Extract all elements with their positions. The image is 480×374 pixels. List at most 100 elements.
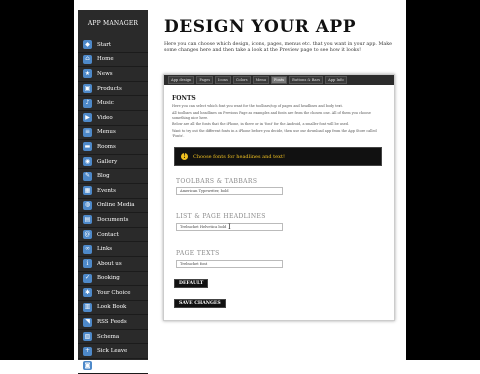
tab-colors[interactable]: Colors <box>232 76 251 84</box>
sidebar-item-booking[interactable]: ✓ Booking <box>78 272 148 287</box>
sidebar-item-contact[interactable]: @ Contact <box>78 228 148 243</box>
tab-pages[interactable]: Pages <box>196 76 214 84</box>
feeds-icon: ◙ <box>83 361 92 371</box>
sidebar-item-label: Online Media <box>97 202 135 209</box>
help-paragraph: Here you can select which font you want … <box>172 104 343 108</box>
help-paragraph: Below are all the fonts that the iPhone,… <box>172 122 349 127</box>
rss-icon: ◥ <box>83 317 92 327</box>
info-callout: ! Choose fonts for headlines and text! <box>174 147 382 166</box>
tab-icons[interactable]: Icons <box>215 76 231 84</box>
sidebar-item-label: About us <box>97 260 122 267</box>
sidebar-item-label: Start <box>97 41 112 48</box>
callout-text: Choose fonts for headlines and text! <box>193 153 285 160</box>
sidebar-item-look-book[interactable]: ▥ Look Book <box>78 301 148 316</box>
text-cursor-icon: I <box>228 223 231 231</box>
booking-icon: ✓ <box>83 273 92 283</box>
menu-icon: ≡ <box>83 127 92 137</box>
sidebar: APP MANAGER ◆ Start ⌂ Home ★ News ▣ Products ♪ Mu… <box>78 10 148 374</box>
page-description: Here you can choose which design, icons,… <box>164 42 392 53</box>
calendar-icon: ▦ <box>83 186 92 196</box>
sidebar-item-my-feeds[interactable]: ◙ My Feeds <box>78 359 148 374</box>
sidebar-item-label: Links <box>97 246 113 253</box>
tab-bar: App design Pages Icons Colors Menu Fonts Butto… <box>164 75 394 85</box>
toolbars-font-select[interactable]: American Typewriter, bold <box>176 187 283 195</box>
sidebar-item-start[interactable]: ◆ Start <box>78 38 148 53</box>
sidebar-item-label: Products <box>97 85 122 92</box>
sidebar-item-rss-feeds[interactable]: ◥ RSS Feeds <box>78 315 148 330</box>
sidebar-item-label: Booking <box>97 275 120 282</box>
sidebar-item-label: Home <box>97 56 114 63</box>
home-icon: ⌂ <box>83 54 92 64</box>
sidebar-item-blog[interactable]: ✎ Blog <box>78 169 148 184</box>
globe-icon: ◍ <box>83 200 92 210</box>
sidebar-item-label: Blog <box>97 173 110 180</box>
toolbars-label: TOOLBARS & TABBARS <box>176 178 258 185</box>
sidebar-item-products[interactable]: ▣ Products <box>78 82 148 97</box>
sidebar-item-home[interactable]: ⌂ Home <box>78 53 148 68</box>
star-icon: ★ <box>83 69 92 79</box>
schema-icon: ▧ <box>83 332 92 342</box>
warning-icon: ! <box>181 153 188 160</box>
at-icon: @ <box>83 230 92 240</box>
sidebar-item-news[interactable]: ★ News <box>78 67 148 82</box>
sidebar-item-documents[interactable]: ▤ Documents <box>78 213 148 228</box>
default-button[interactable]: DEFAULT <box>174 279 209 288</box>
sidebar-title: APP MANAGER <box>87 20 139 27</box>
sidebar-item-your-choice[interactable]: ✱ Your Choice <box>78 286 148 301</box>
sidebar-item-label: Video <box>97 114 113 121</box>
tab-fonts[interactable]: Fonts <box>271 76 288 84</box>
tab-buttons-bars[interactable]: Buttons & Bars <box>289 76 324 84</box>
page-texts-label: PAGE TEXTS <box>176 250 220 257</box>
start-icon: ◆ <box>83 40 92 50</box>
sidebar-item-links[interactable]: ∞ Links <box>78 242 148 257</box>
sidebar-item-video[interactable]: ▶ Video <box>78 111 148 126</box>
sidebar-item-menus[interactable]: ≡ Menus <box>78 126 148 141</box>
left-letterbox <box>0 0 74 360</box>
sick-leave-icon: + <box>83 346 92 356</box>
headlines-label: LIST & PAGE HEADLINES <box>176 213 266 220</box>
sidebar-list: ◆ Start ⌂ Home ★ News ▣ Products ♪ Music ▶ Video ≡ Me… <box>78 38 148 374</box>
sidebar-item-about-us[interactable]: i About us <box>78 257 148 272</box>
link-icon: ∞ <box>83 244 92 254</box>
tab-app-design[interactable]: App design <box>168 76 195 84</box>
sidebar-item-label: Events <box>97 187 116 194</box>
sidebar-item-label: My Feeds <box>97 362 124 369</box>
sidebar-item-label: News <box>97 70 113 77</box>
camera-icon: ◉ <box>83 157 92 167</box>
save-button[interactable]: SAVE CHANGES <box>174 299 226 308</box>
blog-icon: ✎ <box>83 171 92 181</box>
lookbook-icon: ▥ <box>83 302 92 312</box>
tab-app-info[interactable]: App Info <box>325 76 347 84</box>
sidebar-item-label: RSS Feeds <box>97 319 127 326</box>
page-title: DESIGN YOUR APP <box>164 17 356 37</box>
sidebar-item-label: Look Book <box>97 304 127 311</box>
sidebar-item-music[interactable]: ♪ Music <box>78 96 148 111</box>
sidebar-item-label: Your Choice <box>97 289 131 296</box>
sidebar-item-label: Rooms <box>97 143 116 150</box>
sidebar-item-events[interactable]: ▦ Events <box>78 184 148 199</box>
tab-menu[interactable]: Menu <box>252 76 270 84</box>
sidebar-item-label: Menus <box>97 129 116 136</box>
help-text: Here you can select which font you want … <box>172 104 377 141</box>
cart-icon: ▣ <box>83 84 92 94</box>
right-letterbox <box>406 0 480 360</box>
sidebar-item-label: Contact <box>97 231 119 238</box>
sidebar-item-label: Music <box>97 100 114 107</box>
page-texts-font-select[interactable]: Trebuchet font <box>176 260 283 268</box>
video-icon: ▶ <box>83 113 92 123</box>
help-paragraph: All toolbars and headlines on Previous P… <box>172 110 371 120</box>
sidebar-item-rooms[interactable]: ▬ Rooms <box>78 140 148 155</box>
bed-icon: ▬ <box>83 142 92 152</box>
help-paragraph: Want to try out the different fonts in a… <box>172 129 377 138</box>
sidebar-item-gallery[interactable]: ◉ Gallery <box>78 155 148 170</box>
sidebar-item-schema[interactable]: ▧ Schema <box>78 330 148 345</box>
sidebar-item-sick-leave[interactable]: + Sick Leave <box>78 344 148 360</box>
info-icon: i <box>83 259 92 269</box>
sidebar-item-online-media[interactable]: ◍ Online Media <box>78 199 148 214</box>
sidebar-item-label: Gallery <box>97 158 118 165</box>
document-icon: ▤ <box>83 215 92 225</box>
sidebar-item-label: Documents <box>97 216 129 223</box>
gear-icon: ✱ <box>83 288 92 298</box>
sidebar-item-label: Schema <box>97 333 120 340</box>
settings-panel: App design Pages Icons Colors Menu Fonts Butto… <box>163 74 395 321</box>
